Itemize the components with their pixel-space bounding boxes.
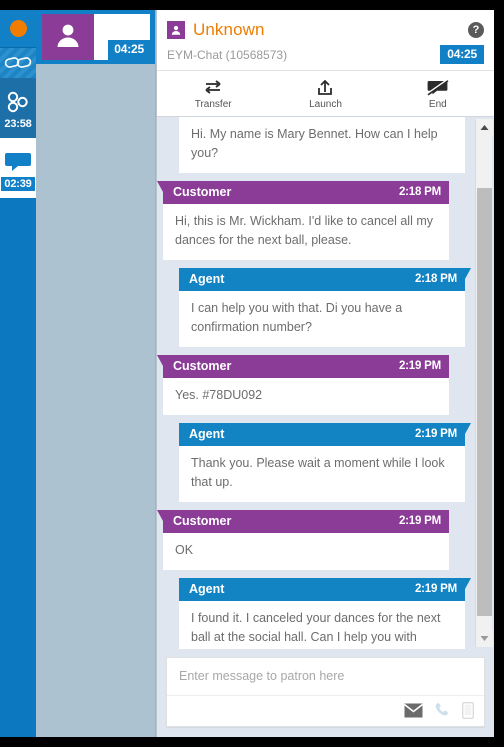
message-header: Customer 2:19 PM [163,355,449,378]
chat-session-label: EYM-Chat (10568573) [167,47,288,62]
scrollbar-up-arrow[interactable] [475,119,493,136]
message-time: 2:19 PM [398,360,441,372]
message-tail [465,423,471,434]
chat-title-row: Unknown ? [167,20,484,40]
transfer-button[interactable]: Transfer [157,75,269,112]
message-customer: Customer 2:18 PM Hi, this is Mr. Wickham. … [157,181,449,260]
launch-button[interactable]: Launch [269,75,381,112]
launch-button-label: Launch [309,99,342,110]
scrollbar-track[interactable] [476,136,493,630]
message-agent: Agent2:18 PMHi. My name is Mary Bennet. … [179,117,465,173]
end-chat-icon [427,77,449,97]
page-title: Unknown [193,20,265,39]
rail-queue-timer: 23:58 [4,118,32,130]
message-time: 2:19 PM [398,515,441,527]
message-text: Yes. #78DU092 [163,378,449,415]
message-text: Hi, this is Mr. Wickham. I'd like to can… [163,204,449,260]
message-tail [157,355,163,366]
message-input[interactable] [167,658,484,695]
message-tail [157,510,163,521]
help-icon[interactable]: ? [468,22,484,38]
message-sender: Customer [173,185,232,199]
chat-body: Agent 2:18 PM Hi. My name is Mary Bennet. … [157,117,494,649]
composer [166,657,485,727]
chat-timer-badge: 04:25 [440,45,484,64]
message-header: Agent 2:19 PM [179,578,465,601]
composer-area [157,649,494,737]
message-agent: Agent 2:19 PM I found it. I canceled your … [179,578,471,649]
message-sender: Agent [189,272,225,286]
rail-item-queue-tool[interactable]: 23:58 [0,78,36,138]
rail-chat-timer: 02:39 [1,177,35,191]
message-header: Agent 2:18 PM [179,268,465,291]
message-text: Thank you. Please wait a moment while I … [179,446,465,502]
chain-link-icon [3,54,33,72]
scrollbar-thumb[interactable] [476,188,492,616]
rail-item-chat-tool[interactable]: 02:39 [0,138,36,198]
email-icon[interactable] [404,703,423,718]
message-tail [157,181,163,192]
message-text: OK [163,533,449,570]
avatar [42,14,94,60]
contact-card-meta: 04:25 [94,14,150,60]
message-list[interactable]: Agent 2:18 PM Hi. My name is Mary Bennet. … [157,117,475,649]
message-tail [465,268,471,279]
person-icon [167,21,185,39]
message-text: I found it. I canceled your dances for t… [179,601,465,649]
message-customer: Customer 2:19 PM Yes. #78DU092 [157,355,449,415]
contact-card-inner: 04:25 [42,14,150,60]
chat-scrollbar[interactable] [475,119,493,647]
composer-actions [167,695,484,726]
left-icon-rail: 23:58 02:39 [0,10,36,737]
contact-list-panel: 04:25 [36,10,156,737]
message-header: Agent 2:19 PM [179,423,465,446]
launch-upload-icon [315,77,335,97]
chat-window: Unknown ? EYM-Chat (10568573) 04:25 Tran… [156,10,494,737]
chat-subtitle-row: EYM-Chat (10568573) 04:25 [167,45,484,64]
orange-dot-icon [9,20,27,37]
app-window: 23:58 02:39 04:25 Unknown ? EYM-Chat (10… [0,0,504,747]
message-sender: Agent [189,427,225,441]
contact-card[interactable]: 04:25 [36,10,155,64]
end-button[interactable]: End [382,75,494,112]
mobile-icon[interactable] [461,701,475,720]
transfer-arrows-icon [203,77,223,97]
contact-timer-badge: 04:25 [108,40,150,60]
chat-header: Unknown ? EYM-Chat (10568573) 04:25 [157,10,494,71]
message-time: 2:18 PM [398,186,441,198]
message-sender: Agent [189,582,225,596]
message-tail [465,578,471,589]
scrollbar-down-arrow[interactable] [475,630,493,647]
cluster-icon [3,89,33,115]
speech-bubble-icon [3,149,33,175]
message-text: Hi. My name is Mary Bennet. How can I he… [179,117,465,173]
message-agent: Agent 2:19 PM Thank you. Please wait a mom… [179,423,471,502]
phone-icon[interactable] [434,702,451,719]
message-time: 2:18 PM [414,273,457,285]
message-sender: Customer [173,359,232,373]
transfer-button-label: Transfer [194,99,232,110]
message-header: Customer 2:19 PM [163,510,449,533]
message-header: Customer 2:18 PM [163,181,449,204]
message-sender: Customer [173,514,232,528]
rail-item-link-tool[interactable] [0,48,36,78]
end-button-label: End [428,99,447,110]
message-time: 2:19 PM [414,583,457,595]
message-text: I can help you with that. Di you have a … [179,291,465,347]
chat-toolbar: Transfer Launch End [157,71,494,117]
message-customer: Customer 2:19 PM OK [157,510,449,570]
message-agent: Agent 2:18 PM I can help you with that. Di… [179,268,471,347]
person-icon [53,20,83,55]
rail-item-status-indicator[interactable] [0,10,36,48]
message-time: 2:19 PM [414,428,457,440]
